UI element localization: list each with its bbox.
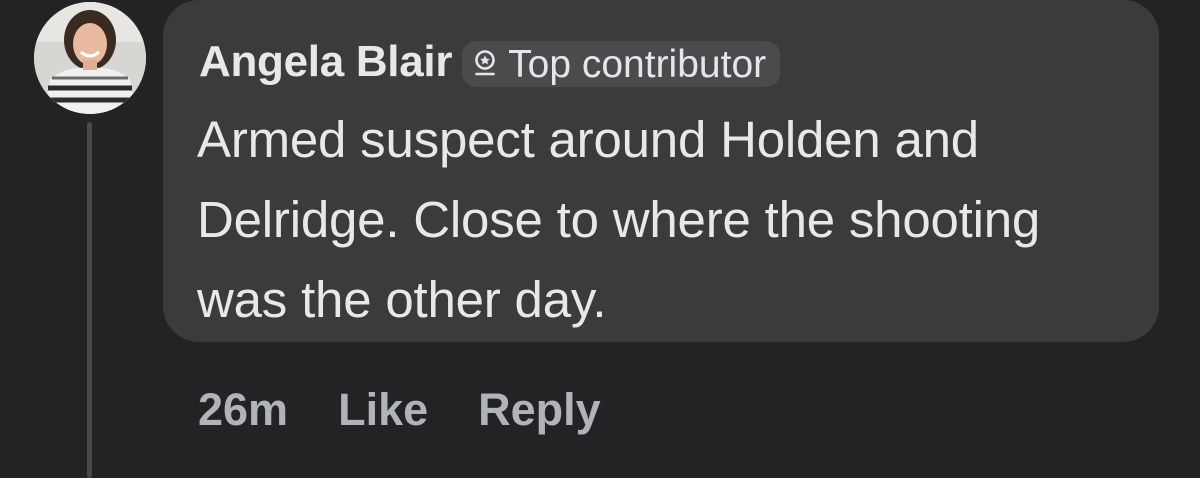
author-name[interactable]: Angela Blair xyxy=(199,40,452,84)
top-contributor-badge-icon xyxy=(470,48,500,80)
comment-bubble: Angela Blair Top contributor Armed suspe… xyxy=(163,0,1159,342)
top-contributor-badge[interactable]: Top contributor xyxy=(462,41,781,87)
avatar[interactable] xyxy=(34,2,146,114)
like-button[interactable]: Like xyxy=(338,384,428,436)
thread-line xyxy=(87,122,92,478)
comment-timestamp[interactable]: 26m xyxy=(198,384,288,436)
reply-button[interactable]: Reply xyxy=(478,384,601,436)
comment-text: Armed suspect around Holden and Delridge… xyxy=(197,111,1041,328)
profile-photo xyxy=(34,2,146,114)
comment-header: Angela Blair Top contributor xyxy=(199,32,781,92)
comment-actions: 26m Like Reply xyxy=(198,380,651,440)
badge-label: Top contributor xyxy=(508,42,767,86)
